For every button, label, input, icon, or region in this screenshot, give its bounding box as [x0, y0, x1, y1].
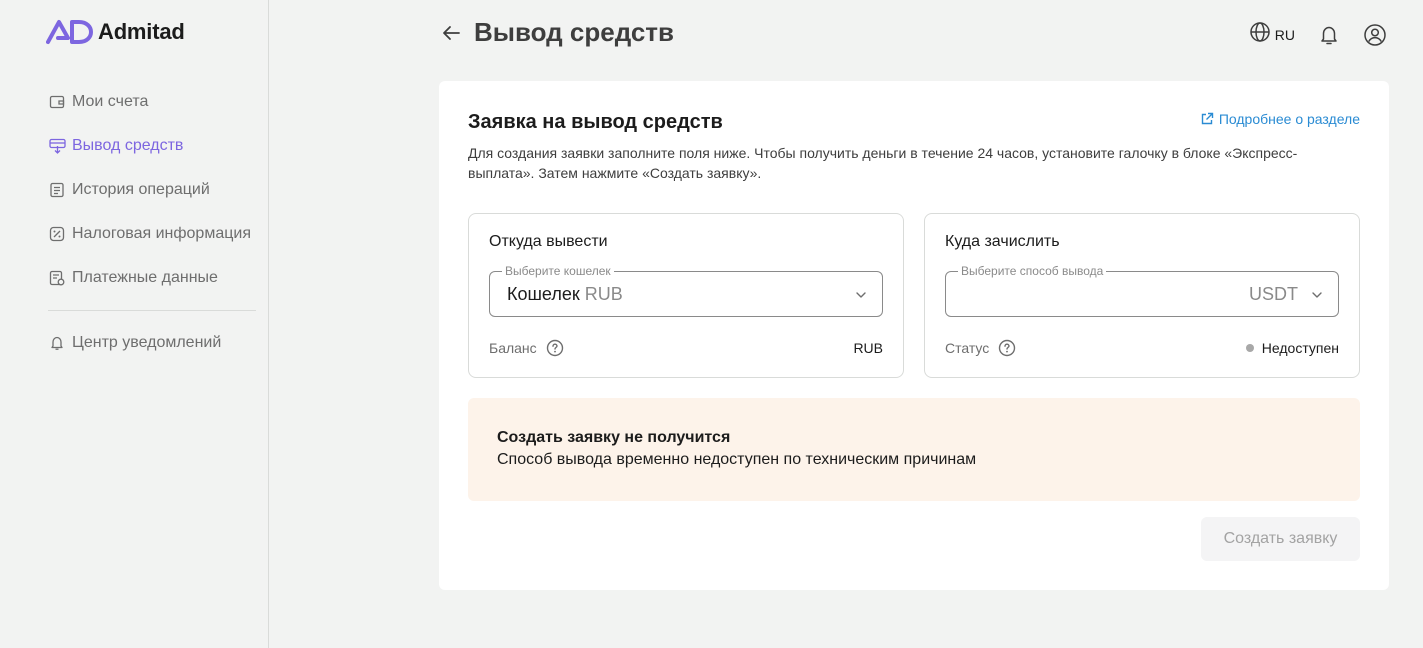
sidebar-item-label: Центр уведомлений	[72, 334, 222, 351]
wallet-select-value: Кошелек RUB	[507, 284, 623, 305]
sidebar-nav: Мои счета Вывод средств История операций…	[48, 90, 256, 375]
page-title: Вывод средств	[474, 17, 675, 47]
sidebar-item-label: История операций	[72, 181, 210, 198]
notification-bell-icon[interactable]	[1317, 23, 1341, 47]
sidebar-item-withdraw[interactable]: Вывод средств	[48, 134, 256, 158]
percent-icon	[48, 225, 66, 243]
sidebar-item-tax-info[interactable]: Налоговая информация	[48, 222, 256, 246]
sidebar: Admitad Мои счета Вывод средств История …	[0, 0, 269, 648]
sidebar-divider	[48, 310, 256, 311]
wallet-select-label: Выберите кошелек	[502, 264, 614, 278]
sidebar-item-label: Мои счета	[72, 93, 149, 110]
payment-data-icon	[48, 269, 66, 287]
sidebar-item-my-accounts[interactable]: Мои счета	[48, 90, 256, 114]
bell-icon	[48, 334, 66, 352]
to-panel-title: Куда зачислить	[945, 233, 1060, 250]
sidebar-item-label: Платежные данные	[72, 269, 218, 286]
admitad-logo-icon	[46, 20, 93, 44]
help-icon[interactable]	[998, 339, 1016, 357]
status-dot-icon	[1245, 344, 1254, 352]
balance-row: Баланс RUB	[489, 338, 883, 358]
payout-method-select[interactable]: Выберите способ вывода USDT	[945, 264, 1339, 317]
to-panel: Куда зачислить Выберите способ вывода US…	[924, 213, 1360, 378]
help-icon[interactable]	[546, 339, 564, 357]
status-text: Недоступен	[1261, 340, 1339, 356]
withdraw-card: Заявка на вывод средств Подробнее о разд…	[439, 81, 1389, 590]
payout-method-value: USDT	[1249, 284, 1298, 304]
language-switcher[interactable]: RU	[1249, 21, 1295, 48]
more-info-link-label: Подробнее о разделе	[1218, 111, 1360, 127]
payout-method-label: Выберите способ вывода	[958, 264, 1107, 278]
sidebar-item-payment-data[interactable]: Платежные данные	[48, 266, 256, 290]
wallet-currency: RUB	[584, 284, 623, 304]
more-info-link[interactable]: Подробнее о разделе	[1200, 111, 1360, 127]
error-alert: Создать заявку не получится Способ вывод…	[468, 398, 1360, 501]
alert-text: Способ вывода временно недоступен по тех…	[497, 451, 977, 468]
logo-text: Admitad	[98, 19, 185, 44]
card-description: Для создания заявки заполните поля ниже.…	[468, 145, 1298, 181]
language-label: RU	[1274, 26, 1295, 43]
status-label: Статус	[945, 340, 990, 356]
chevron-down-icon	[856, 292, 866, 298]
wallet-select[interactable]: Выберите кошелек Кошелек RUB	[489, 264, 883, 317]
wallet-icon	[48, 93, 66, 111]
sidebar-item-notifications[interactable]: Центр уведомлений	[48, 331, 256, 355]
status-row: Статус Недоступен	[945, 338, 1339, 358]
balance-label: Баланс	[489, 340, 537, 356]
history-icon	[48, 181, 66, 199]
back-arrow-icon[interactable]	[440, 22, 462, 44]
withdraw-icon	[48, 137, 66, 155]
header-actions: RU	[1249, 21, 1387, 48]
chevron-down-icon	[1312, 292, 1322, 298]
balance-value: RUB	[853, 340, 883, 356]
globe-icon	[1249, 21, 1271, 48]
create-request-button[interactable]: Создать заявку	[1201, 517, 1360, 561]
sidebar-item-history[interactable]: История операций	[48, 178, 256, 202]
status-value: Недоступен	[1245, 340, 1339, 356]
from-panel-title: Откуда вывести	[489, 233, 608, 250]
sidebar-item-label: Налоговая информация	[72, 225, 251, 242]
from-panel: Откуда вывести Выберите кошелек Кошелек …	[468, 213, 904, 378]
card-title: Заявка на вывод средств	[468, 111, 723, 133]
sidebar-item-label: Вывод средств	[72, 137, 184, 154]
wallet-name: Кошелек	[507, 284, 580, 304]
external-link-icon	[1200, 112, 1214, 126]
alert-title: Создать заявку не получится	[497, 429, 731, 446]
logo[interactable]: Admitad	[46, 18, 185, 46]
user-profile-icon[interactable]	[1363, 23, 1387, 47]
